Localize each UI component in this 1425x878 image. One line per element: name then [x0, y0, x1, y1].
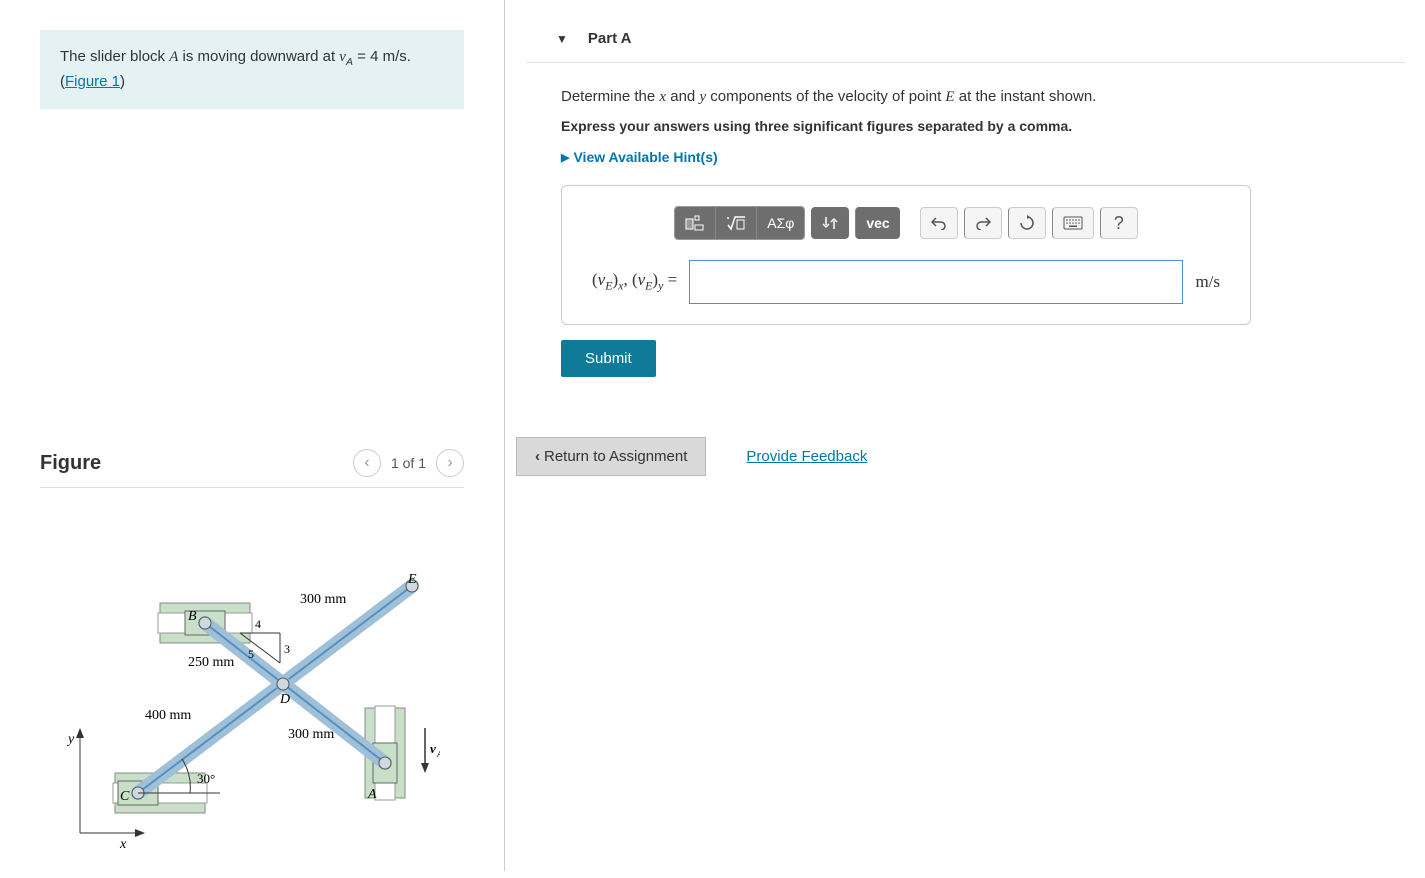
hints-label: View Available Hint(s): [573, 149, 717, 165]
keyboard-icon: [1063, 216, 1083, 230]
tool-group-main: ΑΣφ: [674, 206, 805, 240]
right-panel: ▼ Part A Determine the x and y component…: [506, 0, 1425, 871]
angle-30: 30°: [197, 771, 215, 786]
left-panel: The slider block A is moving downward at…: [0, 0, 505, 871]
keyboard-button[interactable]: [1052, 207, 1094, 239]
figure-prev-button[interactable]: ‹: [353, 449, 381, 477]
dim-250: 250 mm: [188, 655, 234, 670]
label-A: A: [367, 787, 377, 802]
figure-link[interactable]: Figure 1: [65, 73, 120, 90]
part-a-title: Part A: [588, 30, 632, 47]
problem-text-mid: is moving downward at: [178, 48, 339, 65]
dim-300-bottom: 300 mm: [288, 727, 334, 742]
y-axis-label: y: [66, 732, 75, 747]
undo-icon: [931, 216, 947, 230]
footer-actions: ‹ Return to Assignment Provide Feedback: [506, 437, 1425, 476]
vA-label: v: [430, 741, 436, 756]
redo-icon: [975, 216, 991, 230]
label-B: B: [188, 609, 197, 624]
figure-scroll-area[interactable]: y x: [40, 503, 465, 878]
subscript-icon: [821, 215, 839, 231]
part-caret-icon: ▼: [556, 32, 568, 46]
vec-button[interactable]: vec: [855, 207, 899, 239]
instr-pre: Determine the: [561, 88, 659, 105]
answer-toolbar: ΑΣφ vec: [592, 206, 1220, 240]
view-hints-link[interactable]: ▶ View Available Hint(s): [561, 149, 1405, 165]
hints-caret-icon: ▶: [561, 151, 569, 164]
figure-section: Figure ‹ 1 of 1 › y x: [40, 449, 464, 878]
figure-nav: ‹ 1 of 1 ›: [353, 449, 464, 477]
answer-box: ΑΣφ vec: [561, 185, 1251, 325]
var-E: E: [945, 89, 954, 105]
part-a-section: ▼ Part A Determine the x and y component…: [506, 0, 1425, 377]
dim-300-top: 300 mm: [300, 592, 346, 607]
subscript-button[interactable]: [811, 207, 849, 239]
answer-input[interactable]: [689, 260, 1183, 304]
problem-text-prefix: The slider block: [60, 48, 169, 65]
feedback-link[interactable]: Provide Feedback: [746, 448, 867, 465]
templates-icon: [685, 215, 705, 231]
var-vA: v: [339, 49, 346, 65]
var-vA-sub: A: [346, 56, 353, 68]
ratio-4: 4: [255, 617, 261, 631]
instr-and: and: [666, 88, 699, 105]
answer-variable-label: (vE)x, (vE)y =: [592, 270, 677, 293]
figure-next-button[interactable]: ›: [436, 449, 464, 477]
instr-mid: components of the velocity of point: [706, 88, 945, 105]
reset-button[interactable]: [1008, 207, 1046, 239]
submit-button[interactable]: Submit: [561, 340, 656, 377]
ratio-5: 5: [248, 647, 254, 661]
figure-title: Figure: [40, 452, 101, 475]
problem-statement: The slider block A is moving downward at…: [40, 30, 464, 109]
ratio-3: 3: [284, 642, 290, 656]
answer-row: (vE)x, (vE)y = m/s: [592, 260, 1220, 304]
x-axis-label: x: [119, 837, 127, 852]
redo-button[interactable]: [964, 207, 1002, 239]
sqrt-icon: [726, 215, 746, 231]
return-label: Return to Assignment: [544, 448, 687, 465]
label-D: D: [279, 692, 290, 707]
help-button[interactable]: ?: [1100, 207, 1138, 239]
label-C: C: [120, 789, 130, 804]
figure-header: Figure ‹ 1 of 1 ›: [40, 449, 464, 488]
part-instruction: Determine the x and y components of the …: [561, 88, 1405, 106]
label-E: E: [407, 572, 417, 587]
vA-sub: A: [436, 749, 440, 759]
templates-button[interactable]: [675, 207, 715, 239]
var-A: A: [169, 49, 178, 65]
part-a-body: Determine the x and y components of the …: [526, 88, 1405, 377]
part-format: Express your answers using three signifi…: [561, 118, 1405, 134]
chevron-left-icon: ‹: [535, 448, 540, 465]
return-button[interactable]: ‹ Return to Assignment: [516, 437, 706, 476]
problem-text-eq: = 4 m/s.: [353, 48, 411, 65]
part-a-header[interactable]: ▼ Part A: [526, 0, 1405, 63]
greek-button[interactable]: ΑΣφ: [756, 207, 804, 239]
mechanism-diagram: y x: [40, 503, 440, 863]
undo-button[interactable]: [920, 207, 958, 239]
figure-page-indicator: 1 of 1: [391, 455, 426, 471]
sqrt-button[interactable]: [715, 207, 756, 239]
reset-icon: [1019, 215, 1035, 231]
instr-post: at the instant shown.: [955, 88, 1097, 105]
figure-diagram: y x: [40, 503, 440, 878]
dim-400: 400 mm: [145, 708, 191, 723]
answer-unit: m/s: [1195, 272, 1220, 292]
